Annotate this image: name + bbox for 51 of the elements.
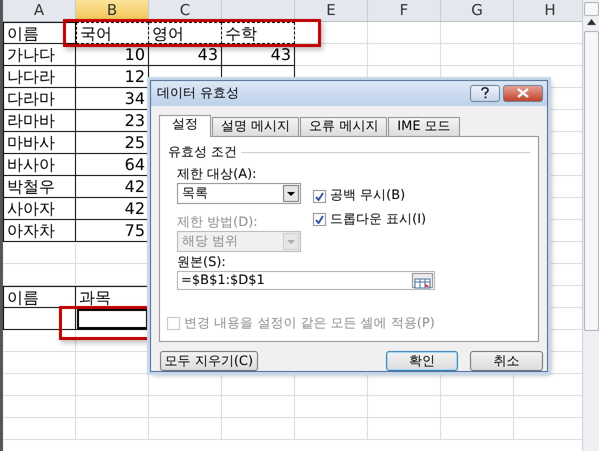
close-button[interactable] <box>503 84 543 102</box>
checkbox[interactable] <box>313 213 326 226</box>
tab[interactable]: IME 모드 <box>388 116 460 136</box>
cell: 10 <box>76 44 149 66</box>
cell: 이름 <box>3 22 76 44</box>
dropdown: 해당 범위 <box>177 231 301 252</box>
cell: 다라마 <box>3 88 76 110</box>
scroll-thumb[interactable] <box>584 31 598 331</box>
cell: 바사아 <box>3 154 76 176</box>
checkbox-label: 공백 무시(B) <box>330 187 406 206</box>
close-icon <box>517 88 529 98</box>
cell: 이름 <box>3 286 76 308</box>
cell: 마바사 <box>3 132 76 154</box>
dropdown[interactable]: 목록 <box>177 183 301 204</box>
button[interactable]: 취소 <box>470 351 543 371</box>
tab[interactable]: 설명 메시지 <box>212 116 300 136</box>
help-button[interactable] <box>470 84 500 102</box>
field-label: 제한 방법(D): <box>177 215 259 232</box>
checkbox[interactable] <box>313 190 326 203</box>
tab[interactable]: 설정 <box>159 114 211 137</box>
split-handle[interactable] <box>584 2 598 16</box>
dialog-title: 데이터 유효성 <box>157 84 240 103</box>
cell: 43 <box>222 44 295 66</box>
scroll-up-icon[interactable] <box>586 19 596 25</box>
column-header[interactable]: C <box>149 0 222 21</box>
checkbox-label: 드롭다운 표시(I) <box>330 210 426 229</box>
cell: 라마바 <box>3 110 76 132</box>
cell: 박철우 <box>3 176 76 198</box>
cell: 43 <box>149 44 222 66</box>
cell: 아자차 <box>3 220 76 242</box>
caret-icon <box>287 240 295 244</box>
active-cell[interactable] <box>76 308 149 330</box>
source-field[interactable]: =$B$1:$D$1 <box>177 271 435 290</box>
button[interactable]: 확인 <box>386 351 458 371</box>
range-picker-icon[interactable] <box>412 273 433 288</box>
field-label: 제한 대상(A): <box>177 167 258 184</box>
group-label: 유효성 조건 <box>168 144 238 162</box>
column-header[interactable]: B <box>76 0 149 21</box>
field-label: 원본(S): <box>177 255 227 272</box>
tab[interactable]: 오류 메시지 <box>300 116 388 136</box>
cell: 국어 <box>76 22 149 44</box>
cell: 사아자 <box>3 198 76 220</box>
cell: 가나다 <box>3 44 76 66</box>
column-header[interactable]: F <box>368 0 441 21</box>
cell: 나다라 <box>3 66 76 88</box>
column-header[interactable]: E <box>295 0 368 21</box>
button[interactable]: 모두 지우기(C) <box>160 351 258 371</box>
column-header[interactable]: G <box>441 0 514 21</box>
caret-icon <box>287 192 295 196</box>
checkbox-label: 변경 내용을 설정이 같은 모든 셀에 적용(P) <box>184 314 435 332</box>
question-icon <box>481 87 489 100</box>
